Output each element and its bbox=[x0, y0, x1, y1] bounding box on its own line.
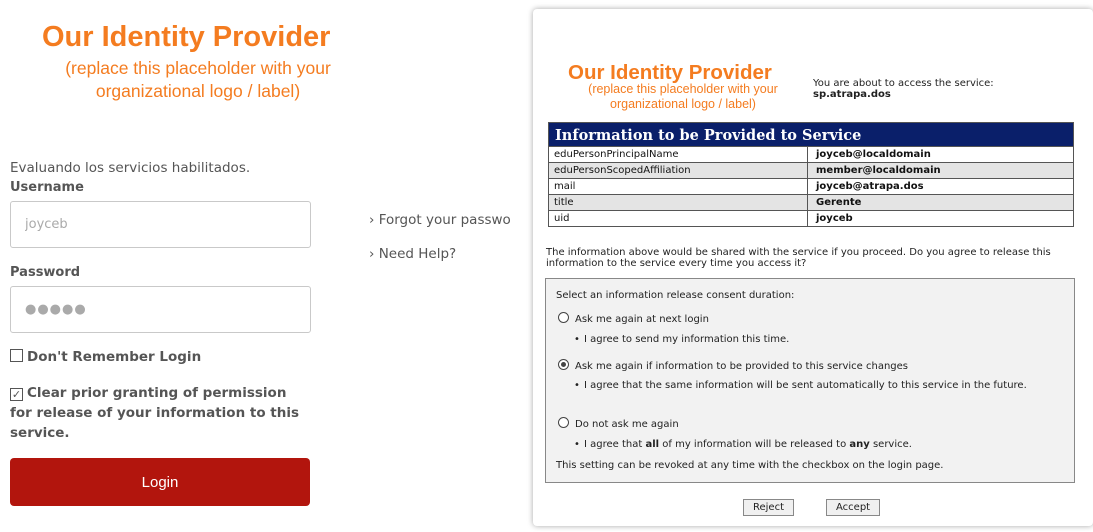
attribute-value: joyceb bbox=[807, 210, 1074, 227]
consent-dialog: Our Identity Provider (replace this plac… bbox=[533, 9, 1093, 526]
radio-unselected-icon[interactable] bbox=[558, 312, 569, 323]
attribute-name: eduPersonScopedAffiliation bbox=[548, 162, 808, 179]
option1-desc-text: I agree to send my information this time… bbox=[584, 334, 790, 345]
need-help-link[interactable]: › Need Help? bbox=[369, 246, 456, 262]
table-row: eduPersonPrincipalName joyceb@localdomai… bbox=[548, 146, 1074, 163]
dialog-brand-subtitle: (replace this placeholder with your orga… bbox=[588, 82, 778, 111]
forgot-password-link[interactable]: › Forgot your passwo bbox=[369, 212, 511, 228]
password-label: Password bbox=[10, 265, 81, 280]
share-info-text: The information above would be shared wi… bbox=[546, 247, 1051, 269]
attribute-value: joyceb@atrapa.dos bbox=[807, 178, 1074, 195]
radio-ask-next-login[interactable]: Ask me again at next login bbox=[558, 312, 709, 325]
brand-subtitle: (replace this placeholder with your orga… bbox=[65, 58, 331, 101]
option3-label: Do not ask me again bbox=[575, 419, 679, 430]
option1-description: • I agree to send my information this tim… bbox=[574, 334, 790, 345]
brand-title: Our Identity Provider bbox=[42, 21, 331, 53]
option3-desc-part: service. bbox=[869, 439, 912, 450]
service-name: sp.atrapa.dos bbox=[813, 89, 891, 100]
option3-desc-part: of my information will be released to bbox=[659, 439, 850, 450]
table-row: eduPersonScopedAffiliation member@locald… bbox=[548, 162, 1074, 179]
username-input[interactable] bbox=[10, 201, 311, 248]
attribute-name: mail bbox=[548, 178, 808, 195]
radio-unselected-icon[interactable] bbox=[558, 417, 569, 428]
option2-description: • I agree that the same information will … bbox=[574, 380, 1027, 391]
option3-desc-bold: any bbox=[849, 439, 870, 450]
radio-ask-if-changes[interactable]: Ask me again if information to be provid… bbox=[558, 359, 908, 372]
option2-desc-text: I agree that the same information will b… bbox=[584, 380, 1027, 391]
revoke-note: This setting can be revoked at any time … bbox=[556, 460, 944, 471]
attribute-name: eduPersonPrincipalName bbox=[548, 146, 808, 163]
checkbox-checked-icon[interactable]: ✓ bbox=[10, 388, 23, 401]
status-message: Evaluando los servicios habilitados. bbox=[10, 160, 251, 176]
login-button[interactable]: Login bbox=[10, 458, 310, 506]
checkbox-unchecked-icon[interactable] bbox=[10, 349, 23, 362]
username-label: Username bbox=[10, 180, 84, 195]
attribute-value: joyceb@localdomain bbox=[807, 146, 1074, 163]
radio-selected-icon[interactable] bbox=[558, 359, 569, 370]
accept-button[interactable]: Accept bbox=[826, 499, 881, 516]
clear-prior-label: Clear prior granting of permission for r… bbox=[10, 385, 300, 441]
table-row: mail joyceb@atrapa.dos bbox=[548, 178, 1074, 195]
clear-prior-consent-checkbox[interactable]: ✓ Clear prior granting of permission for … bbox=[10, 383, 300, 443]
table-header: Information to be Provided to Service bbox=[548, 122, 1074, 147]
table-row: title Gerente bbox=[548, 194, 1074, 211]
table-row: uid joyceb bbox=[548, 210, 1074, 227]
password-input[interactable] bbox=[10, 286, 311, 333]
consent-duration-box: Select an information release consent du… bbox=[545, 278, 1075, 483]
access-service-text: You are about to access the service: bbox=[813, 78, 994, 89]
radio-do-not-ask[interactable]: Do not ask me again bbox=[558, 417, 679, 430]
option3-desc-part: I agree that bbox=[584, 439, 646, 450]
attribute-value: Gerente bbox=[807, 194, 1074, 211]
attribute-table: Information to be Provided to Service ed… bbox=[548, 122, 1074, 227]
reject-button[interactable]: Reject bbox=[743, 499, 795, 516]
option2-label: Ask me again if information to be provid… bbox=[575, 361, 908, 372]
option3-desc-bold: all bbox=[645, 439, 660, 450]
attribute-name: title bbox=[548, 194, 808, 211]
dont-remember-login-checkbox[interactable]: Don't Remember Login bbox=[10, 349, 201, 365]
dont-remember-label: Don't Remember Login bbox=[27, 349, 202, 365]
attribute-value: member@localdomain bbox=[807, 162, 1074, 179]
attribute-name: uid bbox=[548, 210, 808, 227]
option1-label: Ask me again at next login bbox=[575, 314, 709, 325]
option3-description: • I agree that all of my information will… bbox=[574, 439, 912, 450]
consent-title: Select an information release consent du… bbox=[556, 290, 795, 301]
